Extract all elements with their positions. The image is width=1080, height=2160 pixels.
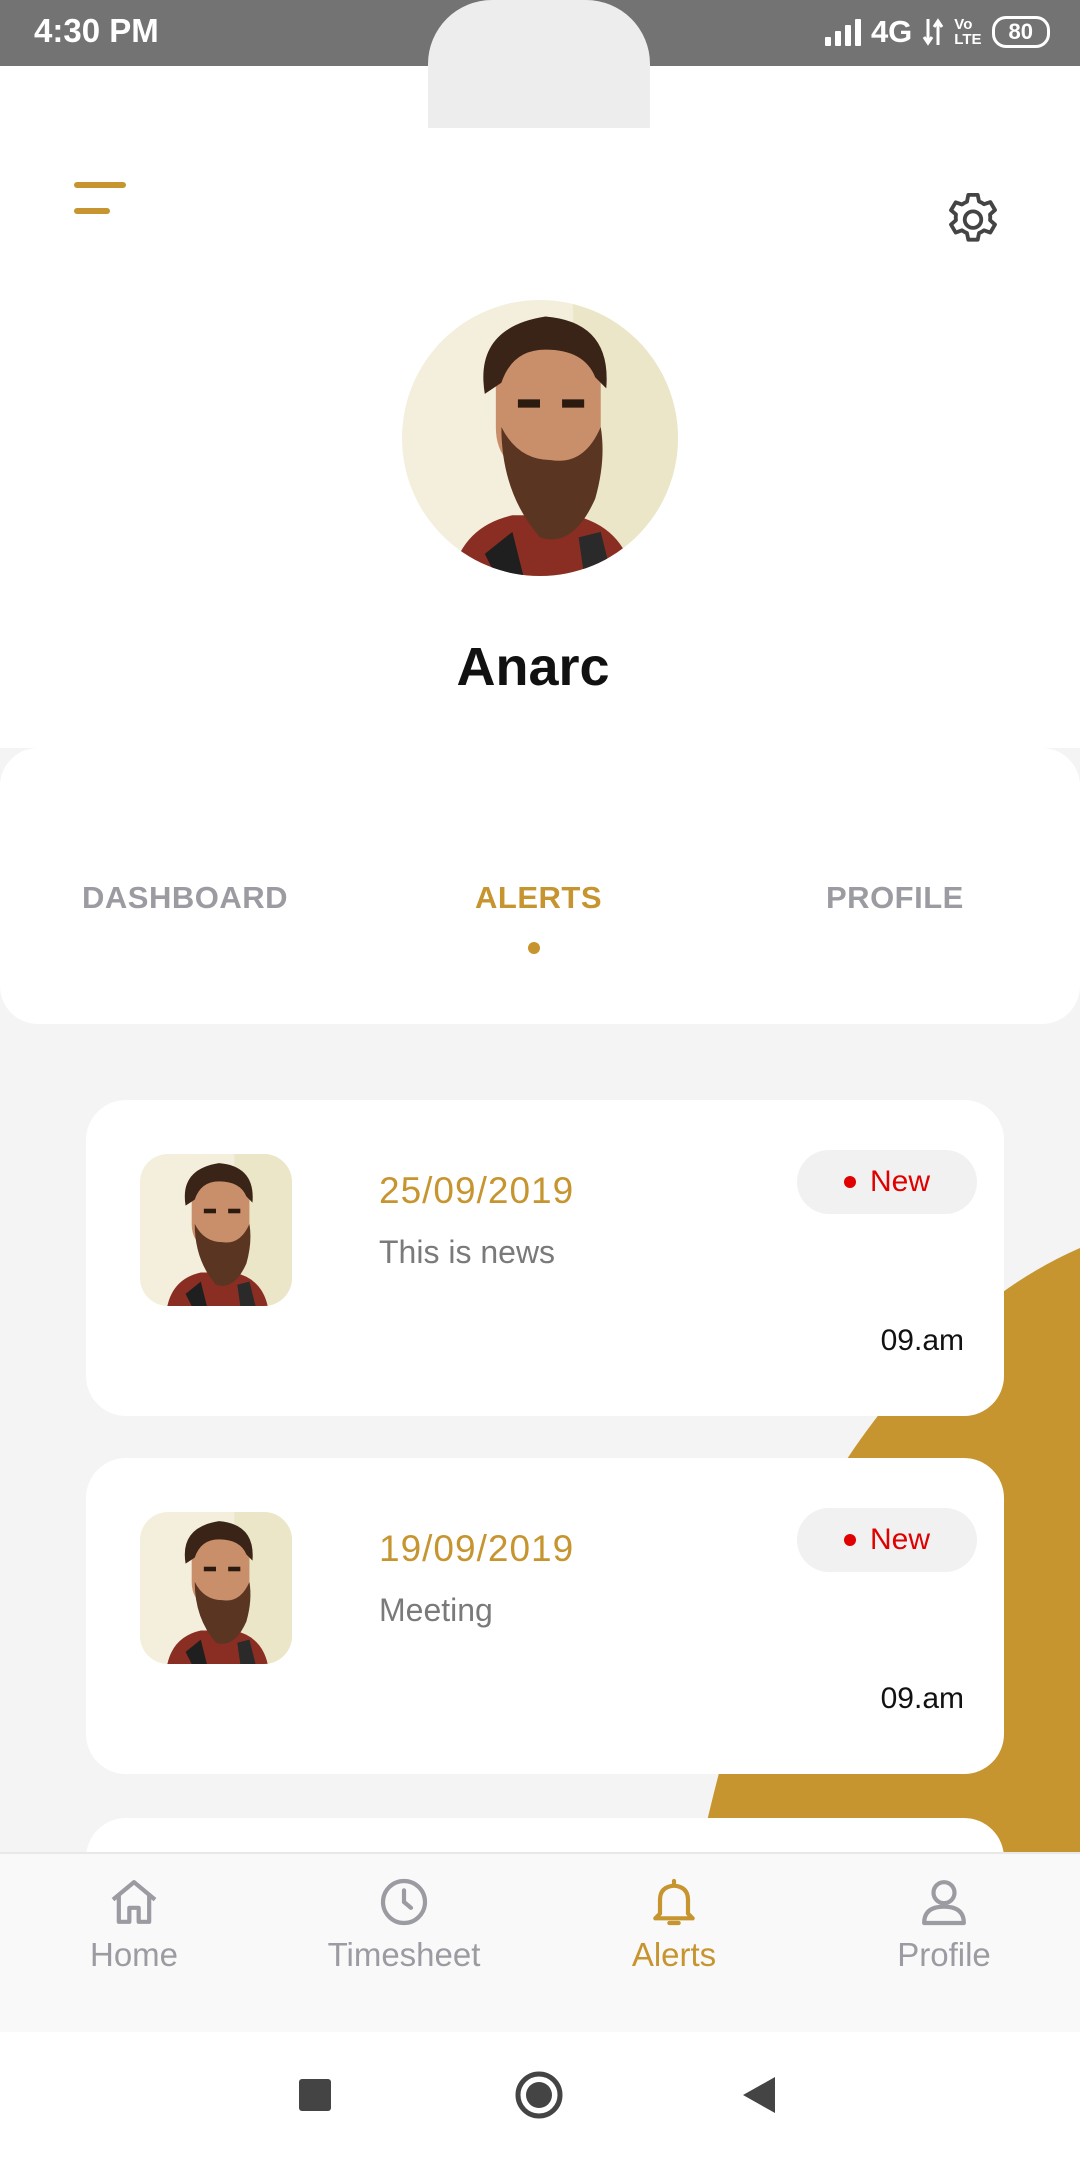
- alert-time: 09.am: [880, 1324, 964, 1357]
- new-badge: New: [797, 1150, 977, 1214]
- status-icons: 4G Vo LTE 80: [824, 12, 1050, 52]
- home-icon: [111, 1880, 157, 1924]
- alert-avatar: [140, 1154, 292, 1306]
- alert-message: Meeting: [379, 1592, 493, 1628]
- new-badge: New: [797, 1508, 977, 1572]
- alert-date: 25/09/2019: [379, 1170, 575, 1211]
- battery-icon: 80: [991, 16, 1050, 48]
- nav-profile[interactable]: Profile: [844, 1874, 1044, 2024]
- signal-icon: [824, 18, 861, 46]
- gear-icon[interactable]: [940, 188, 1006, 254]
- nav-home[interactable]: Home: [34, 1874, 234, 2024]
- badge-dot-icon: [843, 1534, 856, 1546]
- user-icon: [922, 1880, 966, 1926]
- home-pill: [428, 0, 650, 128]
- back-icon[interactable]: [742, 2076, 776, 2114]
- recent-apps-icon[interactable]: [298, 2078, 332, 2112]
- alert-card[interactable]: 19/09/2019 Meeting New 09.am: [86, 1458, 1004, 1774]
- nav-timesheet[interactable]: Timesheet: [304, 1874, 504, 2024]
- clock-icon: [380, 1878, 428, 1926]
- alert-message: This is news: [379, 1234, 556, 1270]
- menu-icon[interactable]: [70, 176, 130, 222]
- network-type: 4G: [870, 14, 913, 49]
- alert-avatar: [140, 1512, 292, 1664]
- alert-time: 09.am: [880, 1682, 964, 1715]
- volte-label: Vo LTE: [954, 16, 982, 48]
- tab-alerts[interactable]: ALERTS: [475, 880, 602, 916]
- home-button-icon[interactable]: [514, 2070, 564, 2120]
- alert-date: 19/09/2019: [379, 1528, 575, 1569]
- profile-avatar: [402, 300, 678, 576]
- data-arrows-icon: [923, 18, 944, 46]
- bottom-nav: Home Timesheet Alerts Profile: [0, 1852, 1080, 2034]
- badge-dot-icon: [843, 1176, 856, 1188]
- bell-icon: [653, 1878, 695, 1926]
- nav-alerts[interactable]: Alerts: [574, 1874, 774, 2024]
- tab-dashboard[interactable]: DASHBOARD: [82, 880, 288, 916]
- tab-bar: DASHBOARD ALERTS PROFILE: [0, 748, 1080, 1024]
- status-time: 4:30 PM: [34, 12, 159, 49]
- active-tab-indicator: [528, 942, 540, 954]
- user-name: Anarc: [456, 637, 610, 697]
- tab-profile[interactable]: PROFILE: [826, 880, 964, 916]
- alert-card[interactable]: 25/09/2019 This is news New 09.am: [86, 1100, 1004, 1416]
